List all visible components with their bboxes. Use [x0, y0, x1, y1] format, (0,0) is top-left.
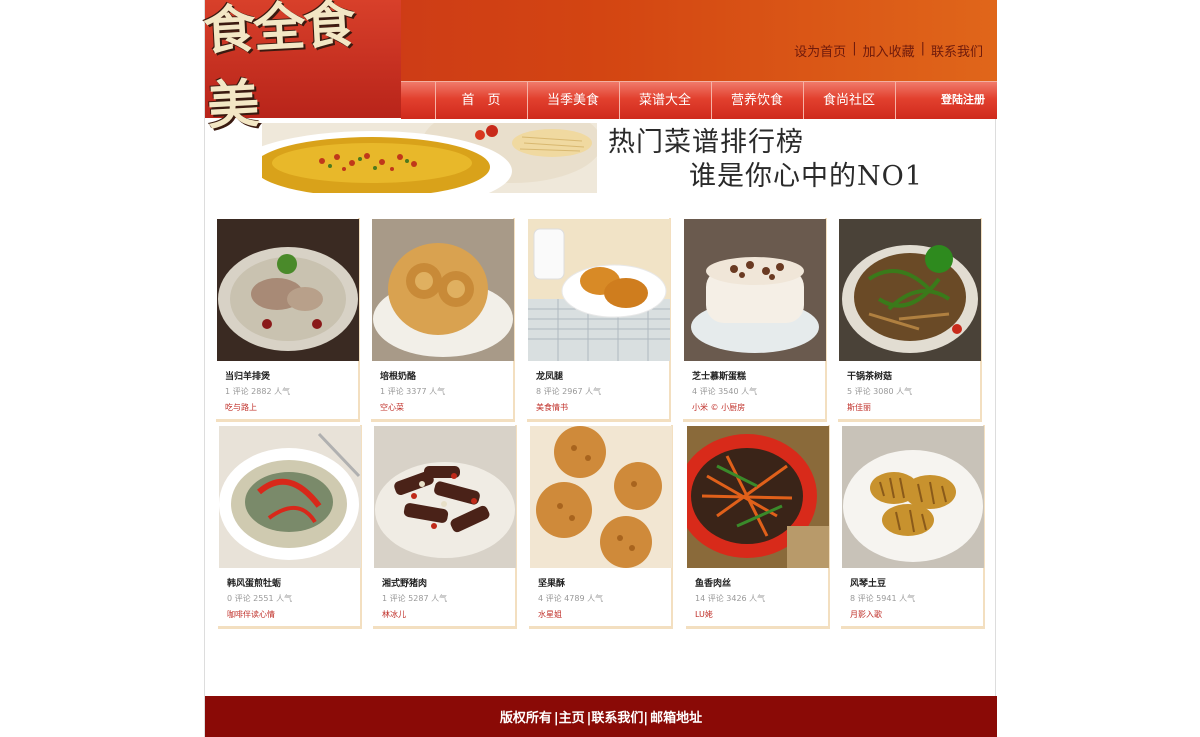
header: 食全食美 设为首页 | 加入收藏 | 联系我们 首 页 当季美食 菜谱大全 营养饮食…: [202, 0, 997, 137]
recipe-stats: 4 评论 3540 人气: [692, 387, 758, 396]
logo-text: 食全食美: [201, 0, 355, 138]
nav-item-community[interactable]: 食尚社区: [803, 82, 894, 119]
site-logo[interactable]: 食全食美: [202, 0, 401, 137]
recipe-photo[interactable]: [217, 219, 359, 361]
recipe-name[interactable]: 湘式野猪肉: [382, 576, 427, 589]
recipe-author[interactable]: 林冰儿: [382, 609, 406, 620]
recipe-card[interactable]: 龙凤腿 8 评论 2967 人气 美食情书: [527, 218, 671, 422]
recipe-card[interactable]: 鱼香肉丝 14 评论 3426 人气 LU姥: [686, 425, 830, 629]
nav-item-home[interactable]: 首 页: [435, 82, 526, 119]
footer: 版权所有 |主页 |联系我们| 邮箱地址: [205, 696, 997, 737]
recipe-photo[interactable]: [684, 219, 826, 361]
nav-item-recipes[interactable]: 菜谱大全: [619, 82, 710, 119]
recipe-author[interactable]: 月影入歌: [850, 609, 882, 620]
divider: |: [920, 41, 925, 56]
footer-email-link[interactable]: 邮箱地址: [650, 707, 702, 726]
recipe-stats: 1 评论 2882 人气: [225, 387, 291, 396]
set-homepage-link[interactable]: 设为首页: [794, 41, 846, 60]
login-register-link[interactable]: 登陆注册: [941, 82, 985, 117]
recipe-name[interactable]: 干锅茶树菇: [847, 369, 892, 382]
divider: |: [852, 41, 857, 56]
recipe-stats: 8 评论 5941 人气: [850, 594, 916, 603]
recipe-name[interactable]: 当归羊排煲: [225, 369, 270, 382]
recipe-name[interactable]: 芝士慕斯蛋糕: [692, 369, 746, 382]
recipe-photo[interactable]: [839, 219, 981, 361]
recipe-author[interactable]: 斯佳丽: [847, 402, 871, 413]
recipe-author[interactable]: 吃与路上: [225, 402, 257, 413]
recipe-stats: 0 评论 2551 人气: [227, 594, 293, 603]
recipe-stats: 1 评论 5287 人气: [382, 594, 448, 603]
recipe-name[interactable]: 龙凤腿: [536, 369, 563, 382]
recipe-name[interactable]: 培根奶酪: [380, 369, 416, 382]
recipe-author[interactable]: 小米 © 小厨房: [692, 402, 745, 413]
recipe-author[interactable]: 咖啡伴读心情: [227, 609, 275, 620]
nav-item-seasonal[interactable]: 当季美食: [527, 82, 618, 119]
recipe-photo[interactable]: [219, 426, 361, 568]
recipe-photo[interactable]: [687, 426, 829, 568]
recipe-stats: 5 评论 3080 人气: [847, 387, 913, 396]
footer-copyright: 版权所有: [499, 711, 552, 726]
recipe-author[interactable]: 美食情书: [536, 402, 568, 413]
banner-image: [262, 123, 597, 193]
recipe-stats: 14 评论 3426 人气: [695, 594, 766, 603]
nav-item-nutrition[interactable]: 营养饮食: [711, 82, 802, 119]
page: 食全食美 设为首页 | 加入收藏 | 联系我们 首 页 当季美食 菜谱大全 营养饮食…: [202, 0, 997, 737]
recipe-author[interactable]: LU姥: [695, 609, 713, 620]
main-nav: 首 页 当季美食 菜谱大全 营养饮食 食尚社区 登陆注册: [401, 81, 997, 119]
recipe-photo[interactable]: [842, 426, 984, 568]
recipe-author[interactable]: 水星姐: [538, 609, 562, 620]
recipe-photo[interactable]: [372, 219, 514, 361]
recipe-card[interactable]: 风琴土豆 8 评论 5941 人气 月影入歌: [841, 425, 985, 629]
footer-contact-link[interactable]: |联系我们|: [587, 707, 649, 726]
recipe-name[interactable]: 风琴土豆: [850, 576, 886, 589]
recipe-photo[interactable]: [528, 219, 670, 361]
recipe-card[interactable]: 芝士慕斯蛋糕 4 评论 3540 人气 小米 © 小厨房: [683, 218, 827, 422]
top-links: 设为首页 | 加入收藏 | 联系我们: [794, 41, 983, 60]
recipe-grid: 当归羊排煲 1 评论 2882 人气 吃与路上 培根奶酪 1 评论 3377 人…: [216, 218, 986, 634]
recipe-card[interactable]: 干锅茶树菇 5 评论 3080 人气 斯佳丽: [838, 218, 982, 422]
add-favorite-link[interactable]: 加入收藏: [863, 41, 915, 60]
recipe-name[interactable]: 坚果酥: [538, 576, 565, 589]
recipe-name[interactable]: 韩风蛋煎牡蛎: [227, 576, 281, 589]
slogan-line-2: 谁是你心中的NO1: [689, 161, 923, 192]
recipe-stats: 1 评论 3377 人气: [380, 387, 446, 396]
footer-home-link[interactable]: |主页: [554, 707, 585, 726]
nav-divider: [895, 82, 897, 119]
recipe-card[interactable]: 韩风蛋煎牡蛎 0 评论 2551 人气 咖啡伴读心情: [218, 425, 362, 629]
recipe-stats: 8 评论 2967 人气: [536, 387, 602, 396]
recipe-photo[interactable]: [530, 426, 672, 568]
recipe-card[interactable]: 培根奶酪 1 评论 3377 人气 空心菜: [371, 218, 515, 422]
recipe-name[interactable]: 鱼香肉丝: [695, 576, 731, 589]
recipe-card[interactable]: 当归羊排煲 1 评论 2882 人气 吃与路上: [216, 218, 360, 422]
recipe-author[interactable]: 空心菜: [380, 402, 404, 413]
contact-link[interactable]: 联系我们: [931, 41, 983, 60]
recipe-card[interactable]: 坚果酥 4 评论 4789 人气 水星姐: [529, 425, 673, 629]
recipe-photo[interactable]: [374, 426, 516, 568]
recipe-stats: 4 评论 4789 人气: [538, 594, 604, 603]
recipe-card[interactable]: 湘式野猪肉 1 评论 5287 人气 林冰儿: [373, 425, 517, 629]
